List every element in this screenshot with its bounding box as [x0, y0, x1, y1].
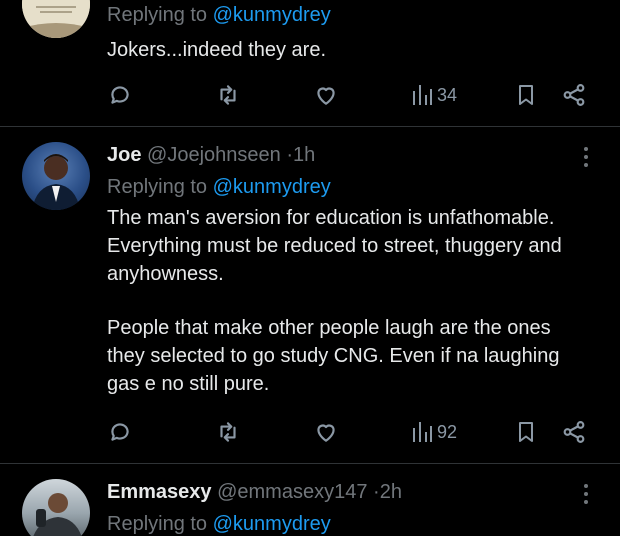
replying-to: Replying to @kunmydrey	[107, 511, 590, 536]
user-handle[interactable]: @Joejohnseen	[147, 144, 281, 166]
reply-icon	[111, 423, 129, 441]
reply-button[interactable]	[107, 418, 133, 446]
share-icon	[563, 84, 585, 106]
share-button[interactable]	[561, 418, 587, 446]
like-button[interactable]	[313, 418, 339, 446]
tweet-paragraph: Jokers...indeed they are.	[107, 39, 327, 61]
more-icon	[584, 147, 588, 151]
tweet-text: Jokers...indeed they are.	[107, 36, 590, 64]
more-button[interactable]	[582, 147, 590, 171]
replying-to-label: Replying to	[107, 513, 208, 535]
tweet-1[interactable]: Replying to @kunmydrey Jokers...indeed t…	[0, 0, 620, 126]
avatar[interactable]	[22, 479, 90, 536]
tweet-text: The man's aversion for education is unfa…	[107, 204, 590, 398]
share-icon	[563, 421, 585, 443]
share-button[interactable]	[561, 81, 587, 109]
separator-dot: ·	[373, 481, 380, 503]
more-button[interactable]	[582, 484, 590, 508]
views-button[interactable]: 92	[411, 418, 457, 446]
user-handle[interactable]: @emmasexy147	[217, 481, 367, 503]
action-bar: 34	[107, 81, 587, 109]
replying-to: Replying to @kunmydrey	[107, 174, 590, 200]
retweet-icon	[220, 422, 236, 442]
views-icon	[413, 422, 432, 442]
timestamp[interactable]: 2h	[380, 481, 402, 503]
separator-dot: ·	[286, 144, 293, 166]
action-bar: 92	[107, 418, 587, 446]
tweet-paragraph: People that make other people laugh are …	[107, 317, 560, 395]
heart-icon	[317, 87, 335, 105]
more-icon	[584, 484, 588, 488]
retweet-icon	[220, 85, 236, 105]
avatar-image	[22, 0, 90, 38]
avatar[interactable]	[22, 0, 90, 38]
mention-link[interactable]: @kunmydrey	[213, 513, 331, 535]
heart-icon	[317, 424, 335, 442]
replying-to-label: Replying to	[107, 176, 208, 198]
bookmark-button[interactable]	[514, 418, 538, 446]
mention-link[interactable]: @kunmydrey	[213, 4, 331, 26]
tweet-header: Emmasexy @emmasexy147 ·2h	[107, 479, 590, 505]
tweet-header: Joe @Joejohnseen ·1h	[107, 142, 590, 168]
tweet-paragraph: The man's aversion for education is unfa…	[107, 207, 562, 285]
more-icon	[584, 155, 588, 159]
bookmark-button[interactable]	[514, 81, 538, 109]
timestamp[interactable]: 1h	[293, 144, 315, 166]
tweet-3[interactable]: Emmasexy @emmasexy147 ·2h Replying to @k…	[0, 464, 620, 536]
views-count: 34	[437, 84, 458, 105]
like-button[interactable]	[313, 81, 339, 109]
avatar-image	[33, 493, 82, 536]
reply-icon	[111, 86, 129, 104]
replying-to: Replying to @kunmydrey	[107, 2, 590, 28]
replying-to-label: Replying to	[107, 4, 208, 26]
views-icon	[413, 85, 432, 105]
retweet-button[interactable]	[215, 81, 241, 109]
views-count: 92	[437, 421, 458, 442]
bookmark-icon	[519, 85, 533, 105]
reply-button[interactable]	[107, 81, 133, 109]
bookmark-icon	[519, 422, 533, 442]
display-name[interactable]: Joe	[107, 144, 141, 166]
mention-link[interactable]: @kunmydrey	[213, 176, 331, 198]
avatar-image	[32, 154, 80, 210]
tweet-2[interactable]: Joe @Joejohnseen ·1h Replying to @kunmyd…	[0, 127, 620, 463]
more-icon	[584, 500, 588, 504]
avatar[interactable]	[22, 142, 90, 210]
more-icon	[584, 163, 588, 167]
retweet-button[interactable]	[215, 418, 241, 446]
display-name[interactable]: Emmasexy	[107, 481, 212, 503]
views-button[interactable]: 34	[411, 81, 457, 109]
more-icon	[584, 492, 588, 496]
